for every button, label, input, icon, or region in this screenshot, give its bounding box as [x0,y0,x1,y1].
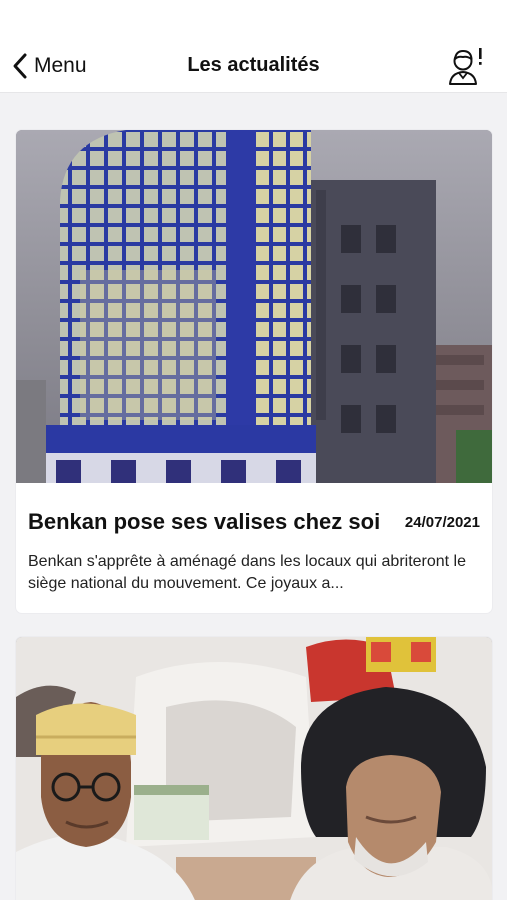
article-excerpt: Benkan s'apprête à aménagé dans les loca… [28,553,467,592]
article-image [16,637,492,900]
page-title: Les actualités [187,54,320,76]
news-card[interactable]: Benkan pose ses valises chez soi 24/07/2… [16,130,492,613]
title-row: Benkan pose ses valises chez soi 24/07/2… [28,509,480,535]
card-body: Benkan pose ses valises chez soi 24/07/2… [16,483,492,595]
article-title: Benkan pose ses valises chez soi [28,509,381,534]
news-feed[interactable]: Benkan pose ses valises chez soi 24/07/2… [0,93,507,900]
navigation-bar: Menu Les actualités [0,0,507,93]
user-alert-icon [449,48,482,85]
profile-button[interactable] [447,44,489,86]
article-date: 24/07/2021 [404,513,480,531]
news-card[interactable] [16,637,492,900]
article-image [16,130,492,483]
